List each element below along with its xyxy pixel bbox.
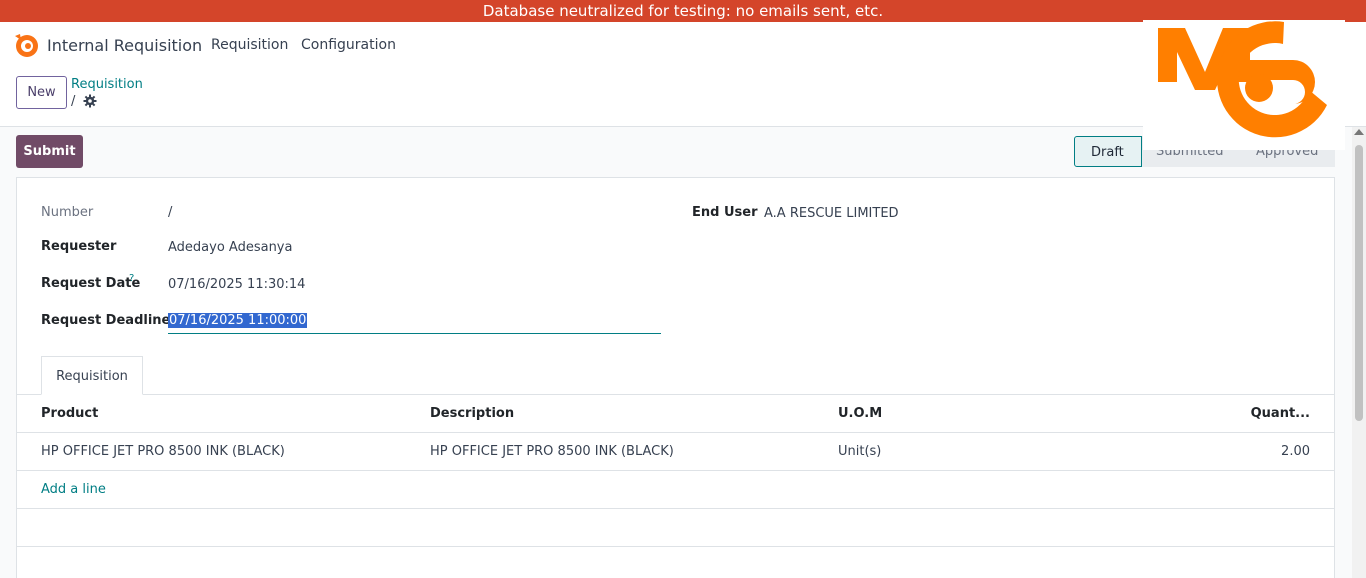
cell-description[interactable]: HP OFFICE JET PRO 8500 INK (BLACK) [430, 444, 674, 459]
neutralized-database-banner: Database neutralized for testing: no ema… [0, 0, 1366, 22]
cell-product[interactable]: HP OFFICE JET PRO 8500 INK (BLACK) [41, 444, 285, 459]
requester-field[interactable]: Adedayo Adesanya [168, 240, 292, 255]
cell-uom[interactable]: Unit(s) [838, 444, 881, 459]
cell-quantity[interactable]: 2.00 [1281, 444, 1310, 459]
request-date-field[interactable]: 07/16/2025 11:30:14 [168, 277, 305, 292]
request-deadline-input[interactable]: 07/16/2025 11:00:00 [168, 309, 661, 334]
end-user-field[interactable]: A.A RESCUE LIMITED [764, 206, 899, 221]
request-deadline-selected-text: 07/16/2025 11:00:00 [168, 313, 308, 328]
end-user-label: End User [692, 205, 758, 220]
gear-icon[interactable] [83, 94, 97, 108]
breadcrumb-current-record: / [71, 94, 76, 109]
number-label: Number [41, 205, 94, 220]
scrollbar-thumb[interactable] [1355, 145, 1363, 421]
column-header-product[interactable]: Product [41, 406, 98, 421]
table-header-row: Product Description U.O.M Quant... [17, 395, 1334, 433]
request-deadline-label: Request Deadline [41, 313, 171, 328]
new-button[interactable]: New [16, 76, 67, 109]
add-line-row: Add a line [17, 471, 1334, 509]
requester-label: Requester [41, 239, 117, 254]
mg-logo [1143, 20, 1345, 150]
add-a-line-link[interactable]: Add a line [41, 482, 106, 497]
number-value: / [168, 205, 173, 220]
menu-configuration[interactable]: Configuration [301, 37, 396, 53]
app-icon[interactable] [12, 32, 40, 58]
app-name[interactable]: Internal Requisition [47, 36, 202, 55]
request-date-label: Request Date [41, 276, 141, 291]
requisition-lines-table: Product Description U.O.M Quant... HP OF… [17, 395, 1334, 547]
table-row[interactable]: HP OFFICE JET PRO 8500 INK (BLACK) HP OF… [17, 433, 1334, 471]
breadcrumb-requisition-link[interactable]: Requisition [71, 77, 143, 92]
menu-requisition[interactable]: Requisition [211, 37, 288, 53]
column-header-quantity[interactable]: Quant... [1251, 406, 1310, 421]
form-sheet: Number / Requester Adedayo Adesanya Requ… [16, 177, 1335, 578]
empty-table-row [17, 509, 1334, 547]
submit-button[interactable]: Submit [16, 135, 83, 168]
stage-draft[interactable]: Draft [1074, 136, 1142, 167]
column-header-description[interactable]: Description [430, 406, 514, 421]
scrollbar-up-arrow[interactable] [1354, 129, 1364, 135]
tab-requisition[interactable]: Requisition [41, 356, 143, 395]
column-header-uom[interactable]: U.O.M [838, 406, 882, 421]
request-date-help-tooltip[interactable]: ? [129, 273, 134, 284]
